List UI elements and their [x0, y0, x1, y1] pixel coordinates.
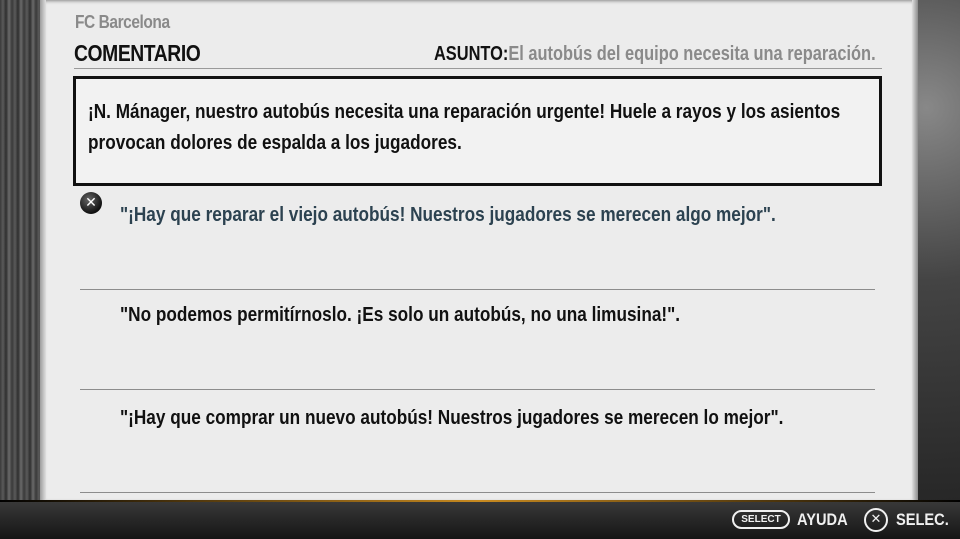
reply-option-text: "¡Hay que comprar un nuevo autobús! Nues…: [120, 407, 784, 429]
message-box: ¡N. Mánager, nuestro autobús necesita un…: [73, 76, 882, 186]
bar-accent-line: [0, 500, 960, 502]
message-line-2: provocan dolores de espalda a los jugado…: [88, 132, 462, 154]
help-hint[interactable]: AYUDA: [797, 510, 848, 530]
reply-option-1[interactable]: ✕ "¡Hay que reparar el viejo autobús! Nu…: [80, 190, 875, 290]
select-hint[interactable]: SELEC.: [896, 510, 949, 530]
option-divider: [80, 492, 875, 493]
subject-label: ASUNTO:: [434, 43, 509, 65]
header-divider: [74, 68, 882, 69]
subject-line: ASUNTO:El autobús del equipo necesita un…: [434, 43, 876, 66]
option-divider: [80, 389, 875, 390]
stadium-background-right: [912, 0, 960, 539]
cross-button-icon: ✕: [80, 192, 102, 214]
button-hint-bar: SELECT AYUDA ✕ SELEC.: [0, 500, 960, 539]
reply-option-text: "¡Hay que reparar el viejo autobús! Nues…: [120, 204, 776, 226]
page-title: COMENTARIO: [74, 40, 201, 66]
subject-value: El autobús del equipo necesita una repar…: [508, 43, 876, 65]
panel-edge-right: [912, 0, 918, 503]
reply-option-2[interactable]: "No podemos permitírnoslo. ¡Es solo un a…: [80, 290, 875, 390]
cross-button-icon: ✕: [864, 508, 888, 532]
message-line-1: ¡N. Mánager, nuestro autobús necesita un…: [88, 101, 841, 123]
panel-edge-left: [40, 0, 46, 503]
message-text: ¡N. Mánager, nuestro autobús necesita un…: [88, 97, 862, 159]
club-name: FC Barcelona: [75, 12, 170, 32]
reply-option-3[interactable]: "¡Hay que comprar un nuevo autobús! Nues…: [80, 393, 875, 493]
select-button-icon: SELECT: [732, 510, 790, 529]
reply-option-text: "No podemos permitírnoslo. ¡Es solo un a…: [120, 304, 681, 326]
